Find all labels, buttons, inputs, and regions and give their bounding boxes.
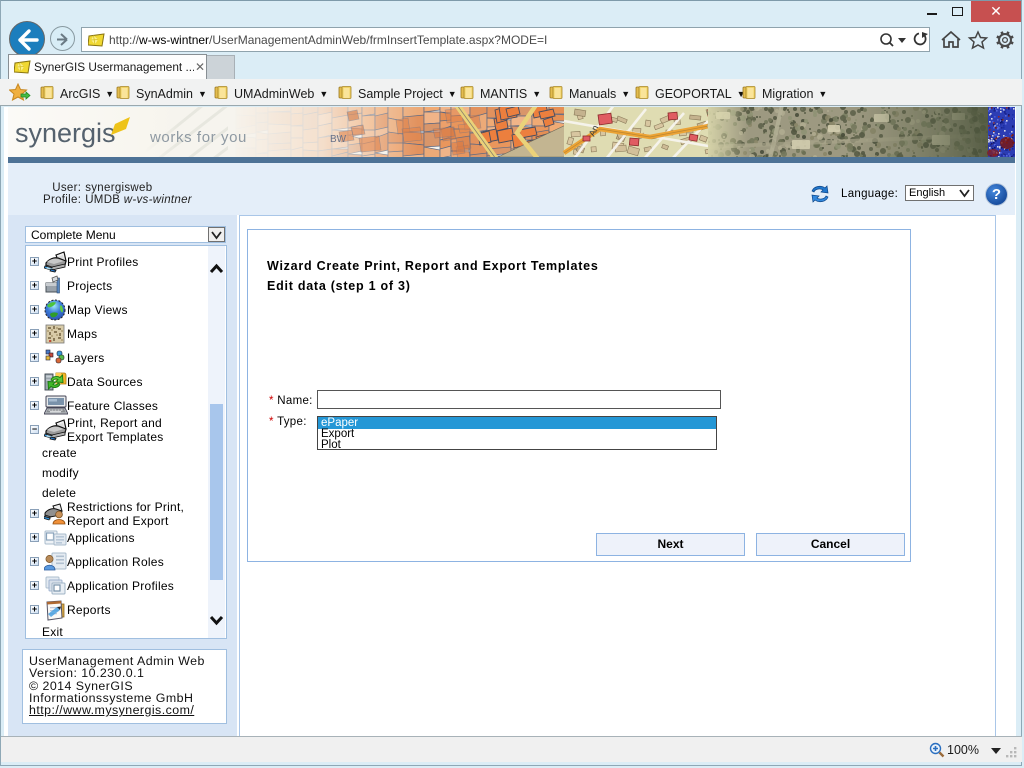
svg-text:synergis: synergis [15, 118, 116, 148]
svg-text:works for you: works for you [149, 129, 247, 146]
svg-text:BW: BW [330, 134, 347, 145]
